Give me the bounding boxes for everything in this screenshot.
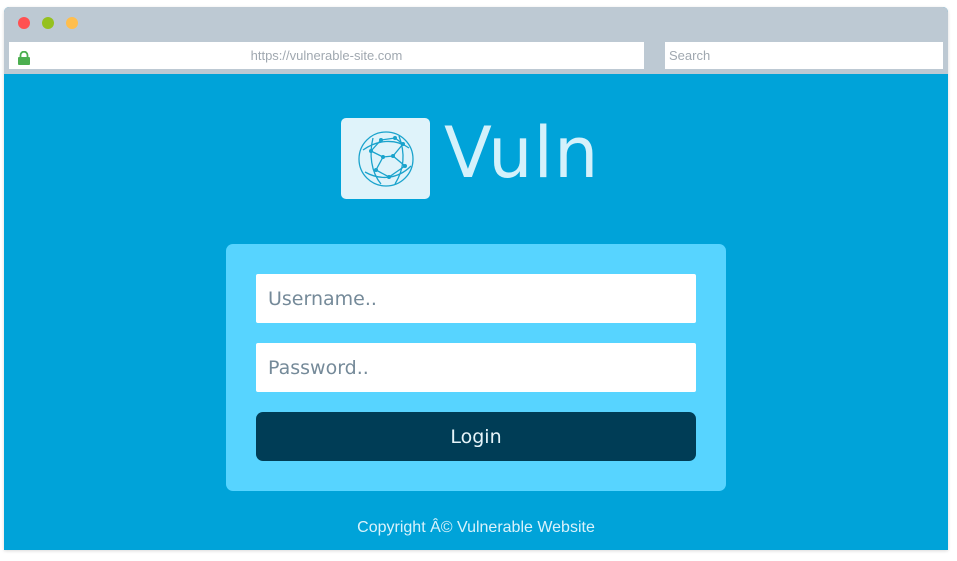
maximize-dot-icon[interactable]	[66, 17, 78, 29]
username-input[interactable]	[256, 274, 696, 323]
password-input[interactable]	[256, 343, 696, 392]
address-bar-url: https://vulnerable-site.com	[250, 48, 403, 63]
site-logo: Vuln	[341, 112, 611, 200]
login-card: Login	[226, 244, 726, 491]
close-dot-icon[interactable]	[18, 17, 30, 29]
browser-window: https://vulnerable-site.com Search Vuln …	[4, 7, 948, 550]
logo-text: Vuln	[444, 112, 600, 194]
browser-search-bar[interactable]: Search	[665, 42, 943, 69]
footer-copyright: Copyright Â© Vulnerable Website	[357, 519, 595, 536]
browser-search-placeholder: Search	[669, 48, 711, 63]
network-globe-icon	[341, 118, 430, 199]
browser-chrome: https://vulnerable-site.com Search	[4, 7, 948, 74]
minimize-dot-icon[interactable]	[42, 17, 54, 29]
address-bar[interactable]: https://vulnerable-site.com	[9, 42, 644, 69]
login-button[interactable]: Login	[256, 412, 696, 461]
